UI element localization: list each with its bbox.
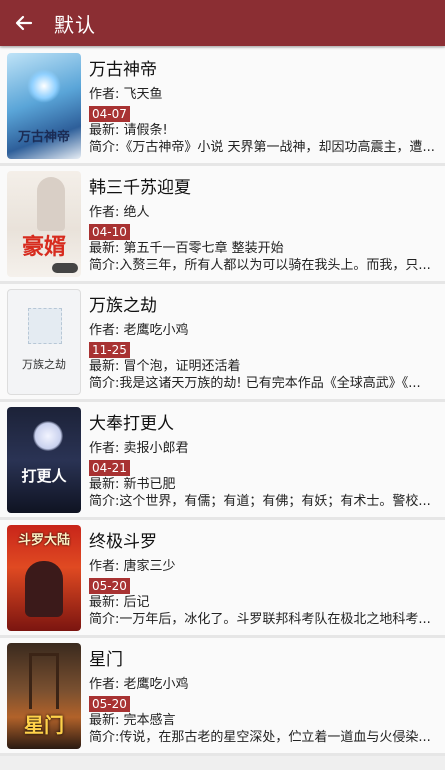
update-date-badge: 04-07 <box>89 106 130 122</box>
arrow-left-icon <box>15 15 33 31</box>
book-cover: 豪婿 <box>7 171 81 277</box>
book-title: 星门 <box>89 650 123 670</box>
book-item[interactable]: 星门 星门 作者: 老鹰吃小鸡 05-20 最新: 完本感言 简介:传说，在那古… <box>0 638 445 756</box>
book-title: 大奉打更人 <box>89 414 174 434</box>
cover-title: 万族之劫 <box>22 358 66 371</box>
book-intro: 简介:传说，在那古老的星空深处，伫立着一道血与火侵染... <box>89 730 431 745</box>
book-intro: 简介:这个世界，有儒；有道；有佛；有妖；有术士。警校... <box>89 494 431 509</box>
update-date-badge: 05-20 <box>89 578 130 594</box>
book-author: 作者: 绝人 <box>89 205 150 220</box>
book-cover: 万古神帝 <box>7 53 81 159</box>
book-intro: 简介:《万古神帝》小说 天界第一战神，却因功高震主，遭... <box>89 140 435 155</box>
book-title: 韩三千苏迎夏 <box>89 178 191 198</box>
latest-chapter: 最新: 后记 <box>89 595 150 610</box>
book-title: 万族之劫 <box>89 296 157 316</box>
book-author: 作者: 老鹰吃小鸡 <box>89 677 189 692</box>
latest-chapter: 最新: 新书已肥 <box>89 477 176 492</box>
book-item[interactable]: 斗罗大陆 终极斗罗 作者: 唐家三少 05-20 最新: 后记 简介:一万年后，… <box>0 520 445 638</box>
book-item[interactable]: 打更人 大奉打更人 作者: 卖报小郎君 04-21 最新: 新书已肥 简介:这个… <box>0 402 445 520</box>
book-intro: 简介:入赘三年，所有人都以为可以骑在我头上。而我，只... <box>89 258 431 273</box>
book-item[interactable]: 万古神帝 万古神帝 作者: 飞天鱼 04-07 最新: 请假条! 简介:《万古神… <box>0 48 445 166</box>
book-title: 万古神帝 <box>89 60 157 80</box>
page-title: 默认 <box>54 12 96 37</box>
book-item[interactable]: 豪婿 韩三千苏迎夏 作者: 绝人 04-10 最新: 第五千一百零七章 整装开始… <box>0 166 445 284</box>
update-date-badge: 05-20 <box>89 696 130 712</box>
book-cover: 斗罗大陆 <box>7 525 81 631</box>
book-author: 作者: 唐家三少 <box>89 559 176 574</box>
book-intro: 简介:一万年后，冰化了。斗罗联邦科考队在极北之地科考... <box>89 612 431 627</box>
book-list: 万古神帝 万古神帝 作者: 飞天鱼 04-07 最新: 请假条! 简介:《万古神… <box>0 46 445 756</box>
book-author: 作者: 卖报小郎君 <box>89 441 189 456</box>
book-author: 作者: 老鹰吃小鸡 <box>89 323 189 338</box>
book-item[interactable]: 万族之劫 万族之劫 作者: 老鹰吃小鸡 11-25 最新: 冒个泡，证明还活着 … <box>0 284 445 402</box>
latest-chapter: 最新: 第五千一百零七章 整装开始 <box>89 241 284 256</box>
back-button[interactable] <box>0 0 48 46</box>
book-author: 作者: 飞天鱼 <box>89 87 163 102</box>
cover-title: 万古神帝 <box>17 130 70 145</box>
app-bar: 默认 <box>0 0 445 46</box>
cover-title: 打更人 <box>21 467 67 485</box>
latest-chapter: 最新: 冒个泡，证明还活着 <box>89 359 241 374</box>
book-cover: 打更人 <box>7 407 81 513</box>
latest-chapter: 最新: 完本感言 <box>89 713 176 728</box>
update-date-badge: 11-25 <box>89 342 130 358</box>
book-title: 终极斗罗 <box>89 532 157 552</box>
update-date-badge: 04-21 <box>89 460 130 476</box>
update-date-badge: 04-10 <box>89 224 130 240</box>
book-cover: 万族之劫 <box>7 289 81 395</box>
book-cover: 星门 <box>7 643 81 749</box>
book-intro: 简介:我是这诸天万族的劫! 已有完本作品《全球高武》《... <box>89 376 421 391</box>
latest-chapter: 最新: 请假条! <box>89 123 168 138</box>
cover-title: 豪婿 <box>21 234 66 260</box>
cover-title: 斗罗大陆 <box>17 533 70 548</box>
cover-title: 星门 <box>24 713 64 737</box>
